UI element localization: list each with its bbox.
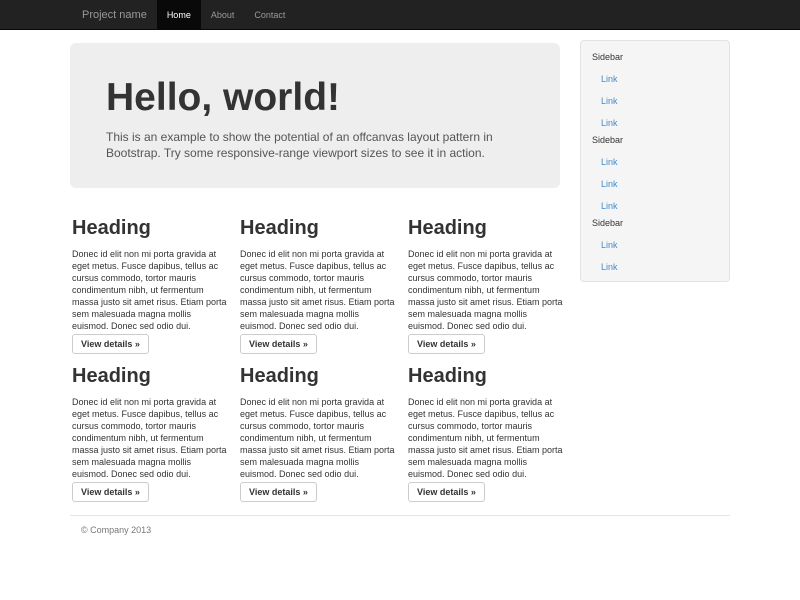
card-body: Donec id elit non mi porta gravida at eg… [240,248,398,332]
sidebar-group-title: Sidebar [592,51,719,63]
main-column: Hello, world! This is an example to show… [70,30,566,502]
navbar: Project name Home About Contact [0,0,800,30]
content-card: Heading Donec id elit non mi porta gravi… [240,365,398,502]
sidebar-group-title: Sidebar [592,217,719,229]
sidebar-group: Sidebar Link Link Link [592,51,719,129]
sidebar-panel: Sidebar Link Link Link Sidebar Link Link… [580,40,730,282]
page-container: Hello, world! This is an example to show… [70,30,730,565]
content-card: Heading Donec id elit non mi porta gravi… [408,365,566,502]
view-details-button[interactable]: View details » [408,482,485,502]
sidebar-link[interactable]: Link [601,239,719,251]
sidebar-link[interactable]: Link [601,261,719,273]
navbar-inner: Project name Home About Contact [70,0,730,29]
view-details-button[interactable]: View details » [72,482,149,502]
nav-item-about[interactable]: About [201,0,245,29]
sidebar-link[interactable]: Link [601,95,719,107]
card-title: Heading [72,217,230,240]
view-details-button[interactable]: View details » [408,334,485,354]
navbar-brand[interactable]: Project name [70,0,157,29]
footer: © Company 2013 [70,515,730,565]
sidebar-group: Sidebar Link Link [592,217,719,273]
sidebar-link[interactable]: Link [601,117,719,129]
content-card: Heading Donec id elit non mi porta gravi… [408,217,566,354]
card-title: Heading [240,365,398,388]
card-body: Donec id elit non mi porta gravida at eg… [408,396,566,480]
view-details-button[interactable]: View details » [240,334,317,354]
card-body: Donec id elit non mi porta gravida at eg… [72,396,230,480]
sidebar-link[interactable]: Link [601,73,719,85]
content-card: Heading Donec id elit non mi porta gravi… [72,365,230,502]
view-details-button[interactable]: View details » [240,482,317,502]
jumbotron-title: Hello, world! [106,76,524,120]
card-body: Donec id elit non mi porta gravida at eg… [240,396,398,480]
sidebar-link[interactable]: Link [601,178,719,190]
jumbotron: Hello, world! This is an example to show… [70,43,560,188]
sidebar-link[interactable]: Link [601,200,719,212]
card-title: Heading [240,217,398,240]
content-grid: Heading Donec id elit non mi porta gravi… [72,217,566,502]
sidebar-group-title: Sidebar [592,134,719,146]
card-title: Heading [72,365,230,388]
card-body: Donec id elit non mi porta gravida at eg… [408,248,566,332]
content-card: Heading Donec id elit non mi porta gravi… [240,217,398,354]
jumbotron-description: This is an example to show the potential… [106,130,524,161]
nav-item-contact[interactable]: Contact [244,0,295,29]
sidebar-link[interactable]: Link [601,156,719,168]
main-row: Hello, world! This is an example to show… [70,30,730,502]
view-details-button[interactable]: View details » [72,334,149,354]
navbar-menu: Home About Contact [157,0,296,29]
card-body: Donec id elit non mi porta gravida at eg… [72,248,230,332]
copyright-text: © Company 2013 [81,525,730,535]
card-title: Heading [408,365,566,388]
sidebar-group: Sidebar Link Link Link [592,134,719,212]
card-title: Heading [408,217,566,240]
content-card: Heading Donec id elit non mi porta gravi… [72,217,230,354]
nav-item-home[interactable]: Home [157,0,201,29]
